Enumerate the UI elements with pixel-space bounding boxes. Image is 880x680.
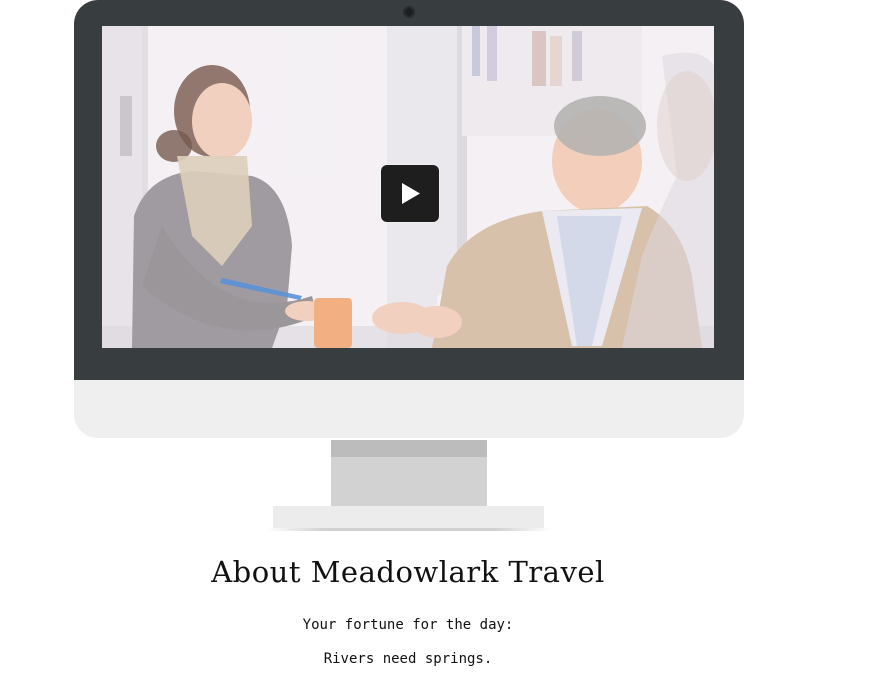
fortune-text: Rivers need springs. [323, 651, 493, 667]
fortune-intro-text: Your fortune for the day: [302, 617, 514, 633]
play-icon [402, 183, 420, 204]
video-screen[interactable] [102, 26, 714, 348]
monitor-stand-neck-shadow [331, 440, 487, 457]
monitor-stand-neck [331, 457, 487, 506]
monitor-stand-shadow [266, 528, 552, 531]
page: About Meadowlark Travel Your fortune for… [0, 0, 880, 680]
monitor-stand-base [273, 506, 544, 528]
play-button[interactable] [381, 165, 439, 222]
about-heading: About Meadowlark Travel [211, 555, 605, 589]
monitor-chin [74, 380, 744, 438]
webcam-dot [403, 6, 415, 18]
